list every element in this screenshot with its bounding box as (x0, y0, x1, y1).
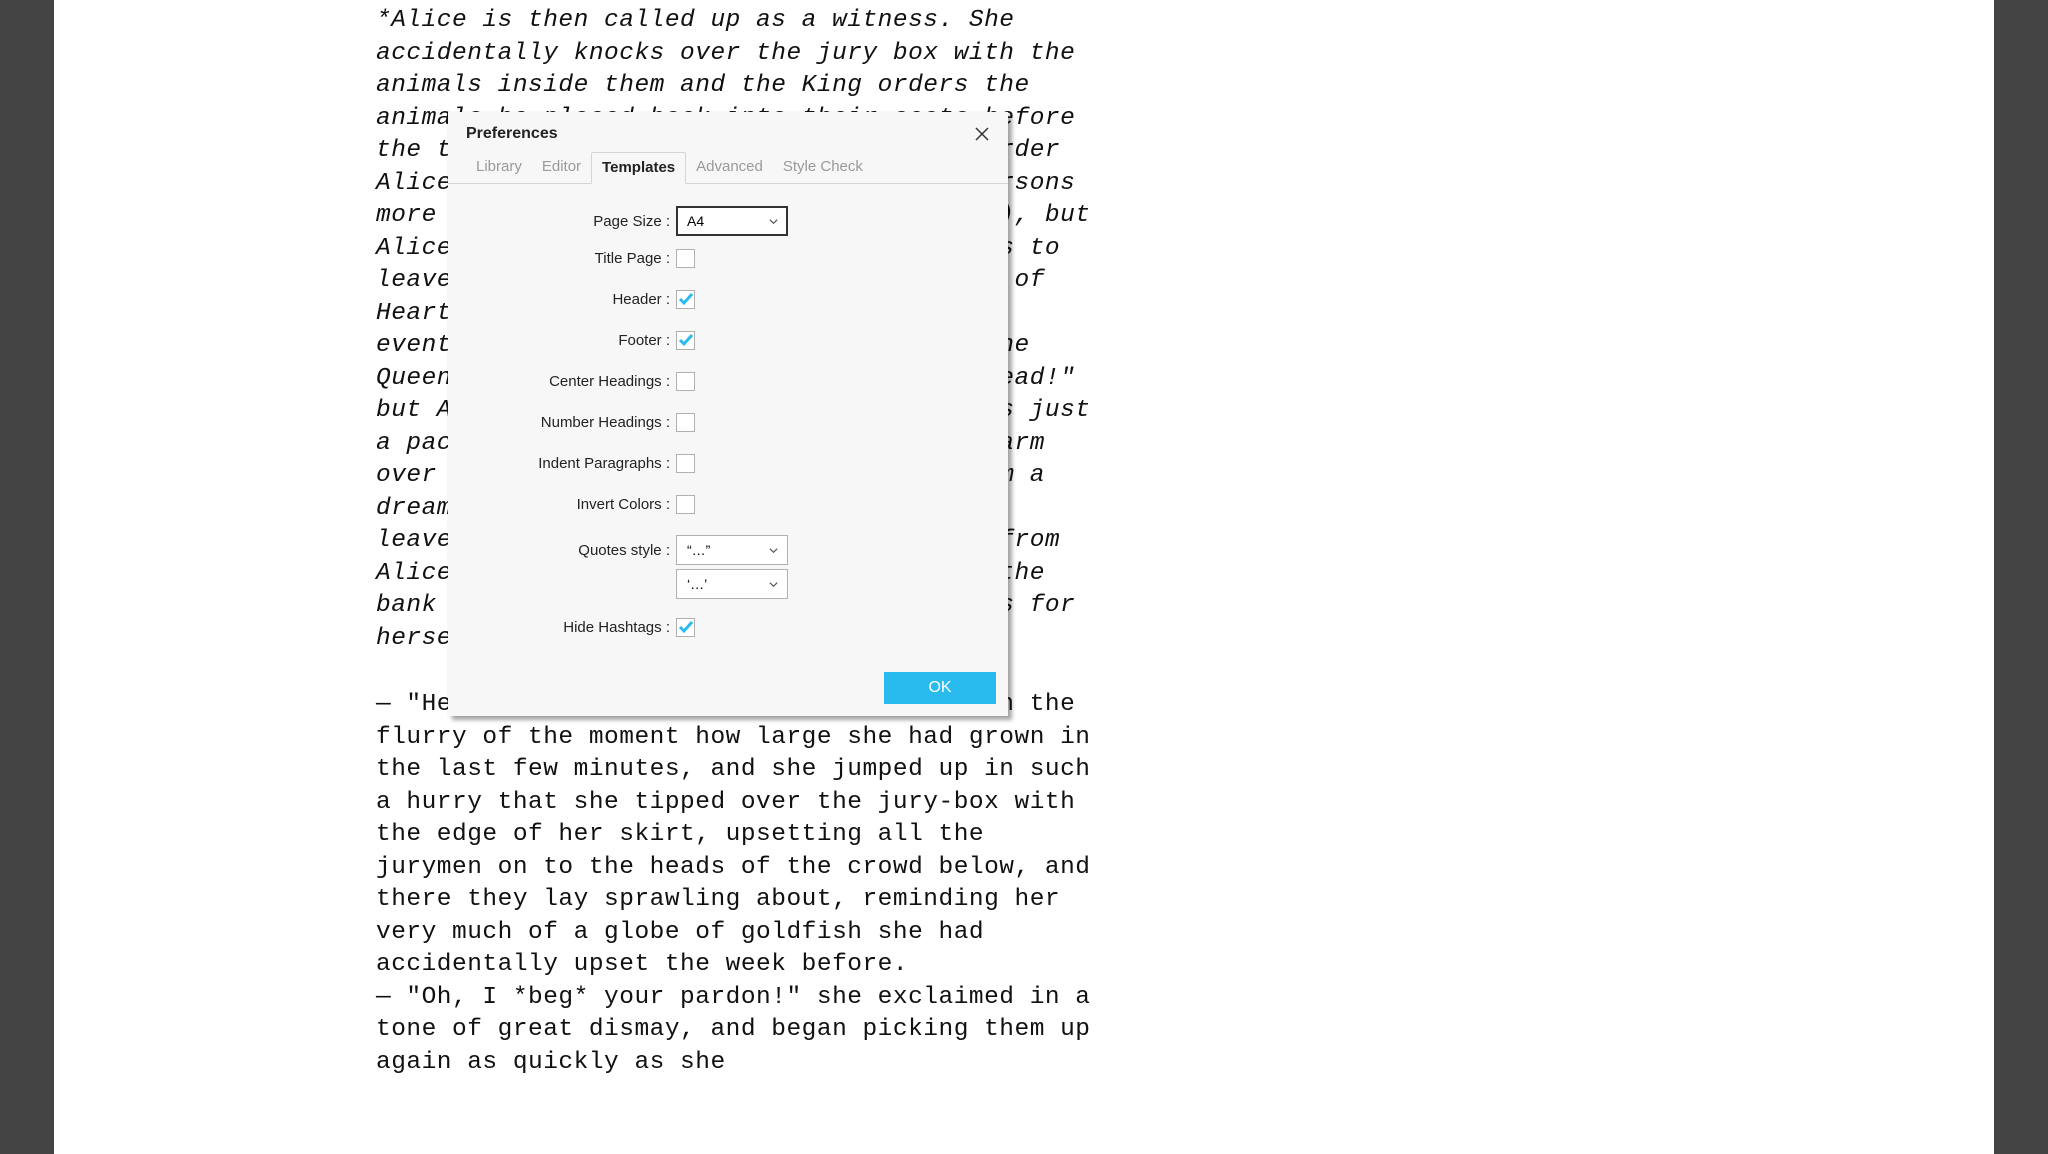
header-checkbox[interactable] (676, 290, 695, 309)
check-icon (678, 332, 694, 348)
dialog-footer: OK (448, 672, 1008, 716)
close-icon (974, 126, 990, 142)
invert-colors-label: Invert Colors : (448, 496, 674, 513)
story-p2: — "Here!" cried Alice, quite forgetting … (376, 689, 1092, 982)
page-size-value: A4 (687, 213, 704, 229)
number-headings-label: Number Headings : (448, 414, 674, 431)
document-text: *Alice is then called up as a witness. S… (54, 5, 1994, 1079)
quotes-style-label: Quotes style : (448, 542, 674, 559)
tab-advanced[interactable]: Advanced (686, 152, 773, 183)
tab-templates[interactable]: Templates (591, 152, 686, 184)
center-headings-label: Center Headings : (448, 373, 674, 390)
tab-bar: Library Editor Templates Advanced Style … (448, 152, 1008, 184)
dialog-title: Preferences (466, 125, 558, 143)
italic-marker: * (376, 7, 391, 34)
check-icon (678, 619, 694, 635)
quotes-single-value: ‘…’ (687, 576, 707, 592)
ok-button[interactable]: OK (884, 672, 996, 704)
chevron-down-icon (768, 216, 779, 227)
document-page: *Alice is then called up as a witness. S… (54, 0, 1994, 1154)
check-icon (678, 291, 694, 307)
quotes-double-value: “…” (687, 542, 710, 558)
chevron-down-icon (768, 579, 779, 590)
chevron-down-icon (768, 545, 779, 556)
indent-paragraphs-checkbox[interactable] (676, 454, 695, 473)
quotes-single-select[interactable]: ‘…’ (676, 569, 788, 599)
hide-hashtags-checkbox[interactable] (676, 618, 695, 637)
page-size-select[interactable]: A4 (676, 206, 788, 236)
form-area: Page Size : A4 Title Page : Header : Foo… (448, 184, 1008, 672)
number-headings-checkbox[interactable] (676, 413, 695, 432)
tab-library[interactable]: Library (466, 152, 532, 183)
footer-checkbox[interactable] (676, 331, 695, 350)
title-page-label: Title Page : (448, 250, 674, 267)
quotes-double-select[interactable]: “…” (676, 535, 788, 565)
preferences-dialog: Preferences Library Editor Templates Adv… (448, 112, 1008, 716)
invert-colors-checkbox[interactable] (676, 495, 695, 514)
close-button[interactable] (972, 124, 992, 144)
page-size-label: Page Size : (448, 213, 674, 230)
dialog-header: Preferences (448, 112, 1008, 152)
tab-style-check[interactable]: Style Check (773, 152, 873, 183)
tab-editor[interactable]: Editor (532, 152, 591, 183)
header-label: Header : (448, 291, 674, 308)
title-page-checkbox[interactable] (676, 249, 695, 268)
center-headings-checkbox[interactable] (676, 372, 695, 391)
hide-hashtags-label: Hide Hashtags : (448, 619, 674, 636)
footer-label: Footer : (448, 332, 674, 349)
indent-paragraphs-label: Indent Paragraphs : (448, 455, 674, 472)
story-p3: — "Oh, I *beg* your pardon!" she exclaim… (376, 982, 1092, 1080)
